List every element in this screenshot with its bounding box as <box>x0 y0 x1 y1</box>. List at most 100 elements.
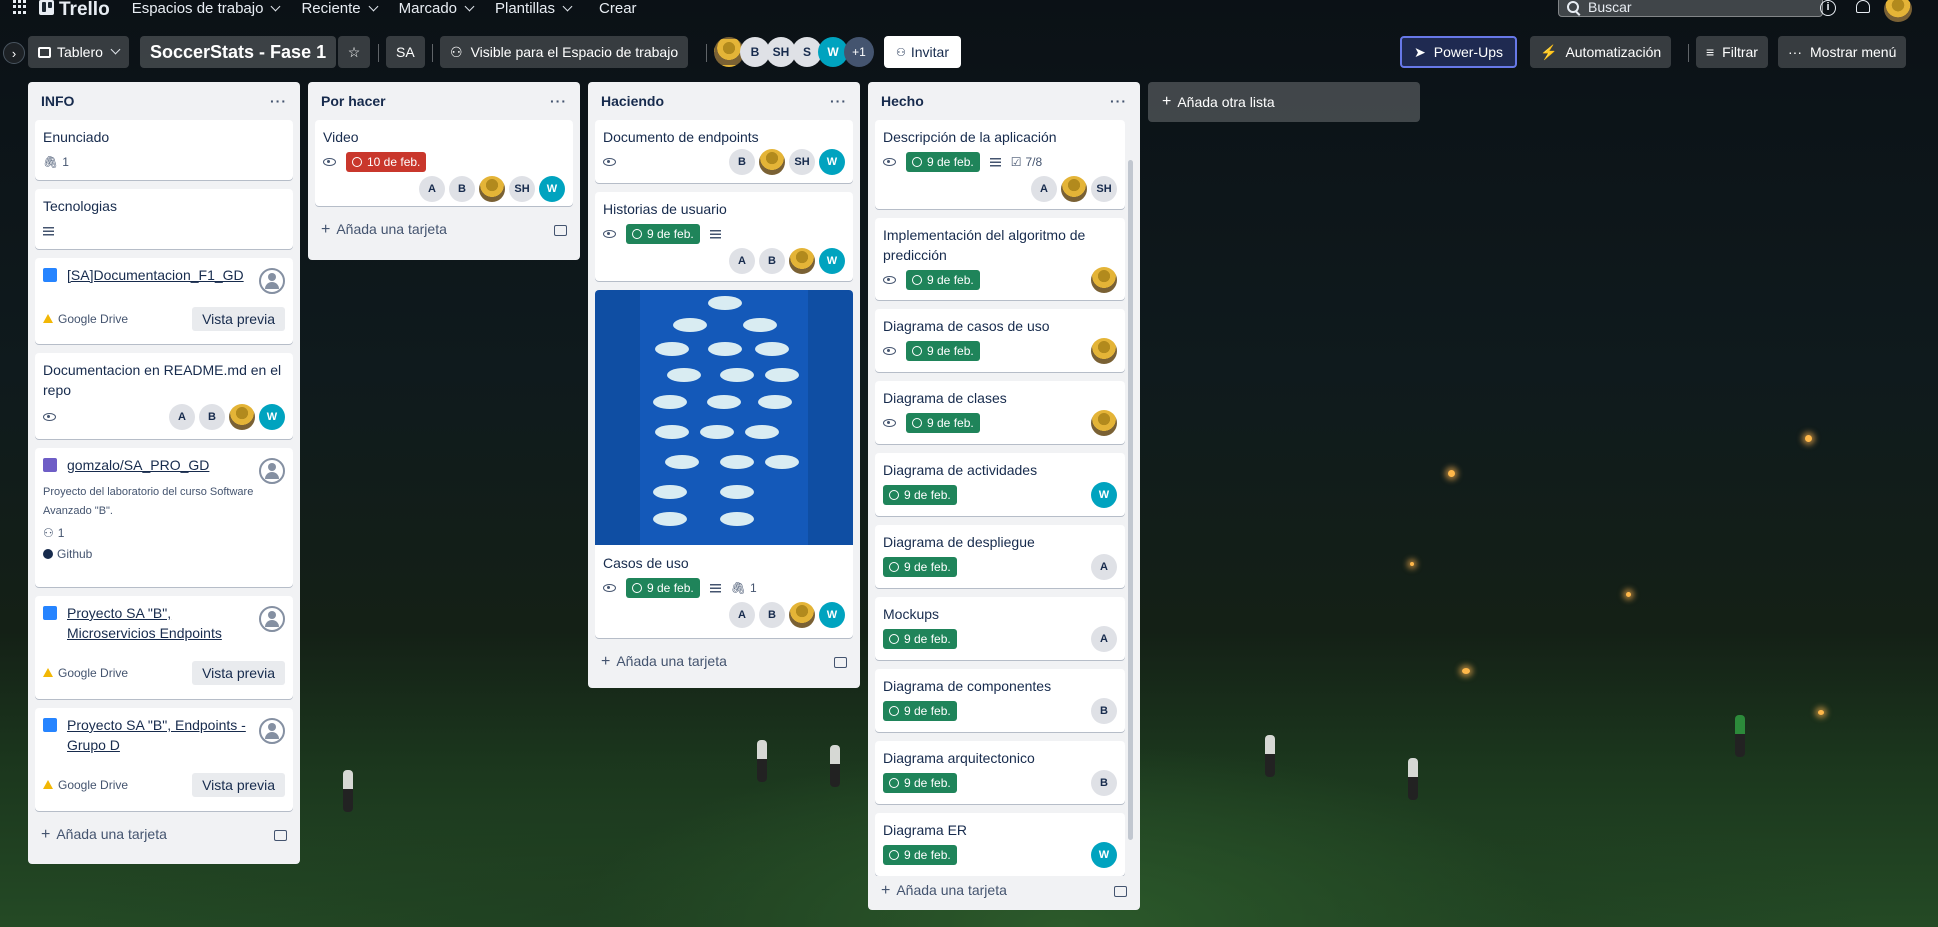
member-avatar[interactable]: A <box>729 248 755 274</box>
member-avatar[interactable]: W <box>819 248 845 274</box>
more-members-button[interactable]: +1 <box>844 37 874 67</box>
member-avatar[interactable]: B <box>199 404 225 430</box>
member-avatar[interactable]: B <box>759 248 785 274</box>
card-link[interactable]: [SA]Documentacion_F1_GD <box>43 265 285 285</box>
template-icon[interactable] <box>554 224 567 236</box>
list-actions-icon[interactable]: ··· <box>550 93 567 109</box>
view-switcher[interactable]: Tablero <box>28 36 129 68</box>
notifications-bell-icon[interactable] <box>1856 0 1870 13</box>
due-date-badge[interactable]: 9 de feb. <box>883 845 957 865</box>
due-date-badge[interactable]: 9 de feb. <box>906 270 980 290</box>
menu-recent[interactable]: Reciente <box>301 0 379 17</box>
card-diagrama-casos-uso[interactable]: Diagrama de casos de uso 9 de feb. <box>875 309 1125 372</box>
automation-button[interactable]: ⚡ Automatización <box>1530 36 1672 68</box>
add-card-button[interactable]: + Añada una tarjeta <box>875 876 1133 906</box>
member-avatar[interactable]: A <box>1031 176 1057 202</box>
due-date-badge[interactable]: 9 de feb. <box>906 341 980 361</box>
member-avatar[interactable] <box>1091 410 1117 436</box>
menu-templates[interactable]: Plantillas <box>495 0 573 17</box>
member-avatar[interactable] <box>1061 176 1087 202</box>
search-input[interactable]: Buscar <box>1558 0 1823 17</box>
member-avatar[interactable] <box>479 176 505 202</box>
preview-button[interactable]: Vista previa <box>192 307 285 331</box>
create-button[interactable]: Crear <box>599 0 637 17</box>
add-card-button[interactable]: + Añada una tarjeta <box>595 647 853 677</box>
list-title[interactable]: Por hacer <box>321 93 386 109</box>
member-avatar[interactable]: A <box>1091 626 1117 652</box>
card-microservicios[interactable]: Proyecto SA "B", Microservicios Endpoint… <box>35 596 293 699</box>
member-avatar[interactable]: W <box>539 176 565 202</box>
card-historias-usuario[interactable]: Historias de usuario 9 de feb. A B W <box>595 192 853 281</box>
card-github[interactable]: gomzalo/SA_PRO_GD Proyecto del laborator… <box>35 448 293 587</box>
menu-starred[interactable]: Marcado <box>399 0 475 17</box>
member-avatar[interactable]: A <box>729 602 755 628</box>
due-date-badge[interactable]: 9 de feb. <box>906 413 980 433</box>
due-date-badge[interactable]: 9 de feb. <box>883 773 957 793</box>
due-date-badge[interactable]: 9 de feb. <box>906 152 980 172</box>
workspace-button[interactable]: SA <box>386 36 425 68</box>
member-avatar[interactable]: SH <box>789 149 815 175</box>
card-diagrama-despliegue[interactable]: Diagrama de despliegue 9 de feb. A <box>875 525 1125 588</box>
due-date-badge[interactable]: 9 de feb. <box>626 224 700 244</box>
due-date-badge[interactable]: 9 de feb. <box>883 557 957 577</box>
list-title[interactable]: INFO <box>41 93 74 109</box>
member-avatar[interactable] <box>1091 338 1117 364</box>
member-avatar[interactable]: SH <box>509 176 535 202</box>
card-link[interactable]: Proyecto SA "B", Endpoints - Grupo D <box>43 715 285 755</box>
member-avatar[interactable] <box>759 149 785 175</box>
power-ups-button[interactable]: ➤ Power-Ups <box>1400 36 1517 68</box>
preview-button[interactable]: Vista previa <box>192 661 285 685</box>
member-avatar[interactable] <box>789 602 815 628</box>
member-avatar[interactable]: W <box>259 404 285 430</box>
card-casos-de-uso[interactable]: Casos de uso 9 de feb. 🖇 1 A B W <box>595 290 853 638</box>
member-avatar[interactable]: SH <box>1091 176 1117 202</box>
member-avatar[interactable]: W <box>1091 842 1117 868</box>
list-actions-icon[interactable]: ··· <box>830 93 847 109</box>
list-title[interactable]: Haciendo <box>601 93 664 109</box>
menu-workspaces[interactable]: Espacios de trabajo <box>132 0 281 17</box>
member-avatar[interactable]: A <box>169 404 195 430</box>
card-link[interactable]: gomzalo/SA_PRO_GD <box>43 455 285 475</box>
template-icon[interactable] <box>274 829 287 841</box>
member-avatar[interactable]: B <box>759 602 785 628</box>
card-diagrama-arquitectonico[interactable]: Diagrama arquitectonico 9 de feb. B <box>875 741 1125 804</box>
trello-logo[interactable]: Trello <box>39 0 110 19</box>
sidebar-expand-button[interactable]: › <box>3 42 25 64</box>
show-menu-button[interactable]: ··· Mostrar menú <box>1778 36 1907 68</box>
due-date-badge[interactable]: 9 de feb. <box>883 485 957 505</box>
template-icon[interactable] <box>834 656 847 668</box>
member-avatar[interactable] <box>229 404 255 430</box>
card-tecnologias[interactable]: Tecnologias <box>35 189 293 249</box>
invite-button[interactable]: ⚇ Invitar <box>884 36 961 68</box>
card-diagrama-er[interactable]: Diagrama ER 9 de feb. W <box>875 813 1125 876</box>
member-avatar[interactable]: A <box>419 176 445 202</box>
add-list-button[interactable]: + Añada otra lista <box>1148 82 1420 122</box>
card-diagrama-clases[interactable]: Diagrama de clases 9 de feb. <box>875 381 1125 444</box>
add-card-button[interactable]: + Añada una tarjeta <box>35 820 293 850</box>
template-icon[interactable] <box>1114 885 1127 897</box>
card-implementacion-algoritmo[interactable]: Implementación del algoritmo de predicci… <box>875 218 1125 300</box>
member-avatar[interactable]: A <box>1091 554 1117 580</box>
card-endpoints-grupo-d[interactable]: Proyecto SA "B", Endpoints - Grupo D Goo… <box>35 708 293 811</box>
filter-button[interactable]: ≡ Filtrar <box>1696 36 1768 68</box>
star-board-button[interactable]: ☆ <box>338 36 370 68</box>
list-scroll-area[interactable]: Descripción de la aplicación 9 de feb. ☑ 7… <box>875 120 1133 876</box>
member-avatar[interactable]: B <box>1091 770 1117 796</box>
card-documentacion-f1[interactable]: [SA]Documentacion_F1_GD Google Drive Vist… <box>35 258 293 344</box>
list-scrollbar[interactable] <box>1128 160 1133 840</box>
member-avatar[interactable]: W <box>819 149 845 175</box>
list-title[interactable]: Hecho <box>881 93 924 109</box>
member-avatar[interactable]: W <box>1091 482 1117 508</box>
member-avatar[interactable] <box>789 248 815 274</box>
member-avatar[interactable] <box>1091 267 1117 293</box>
app-switcher-icon[interactable] <box>13 0 27 14</box>
due-date-badge[interactable]: 9 de feb. <box>626 578 700 598</box>
user-avatar[interactable] <box>1884 0 1912 22</box>
card-link[interactable]: Proyecto SA "B", Microservicios Endpoint… <box>43 603 285 643</box>
list-actions-icon[interactable]: ··· <box>1110 93 1127 109</box>
due-date-badge[interactable]: 10 de feb. <box>346 152 427 172</box>
due-date-badge[interactable]: 9 de feb. <box>883 701 957 721</box>
list-actions-icon[interactable]: ··· <box>270 93 287 109</box>
card-enunciado[interactable]: Enunciado 🖇 1 <box>35 120 293 180</box>
preview-button[interactable]: Vista previa <box>192 773 285 797</box>
